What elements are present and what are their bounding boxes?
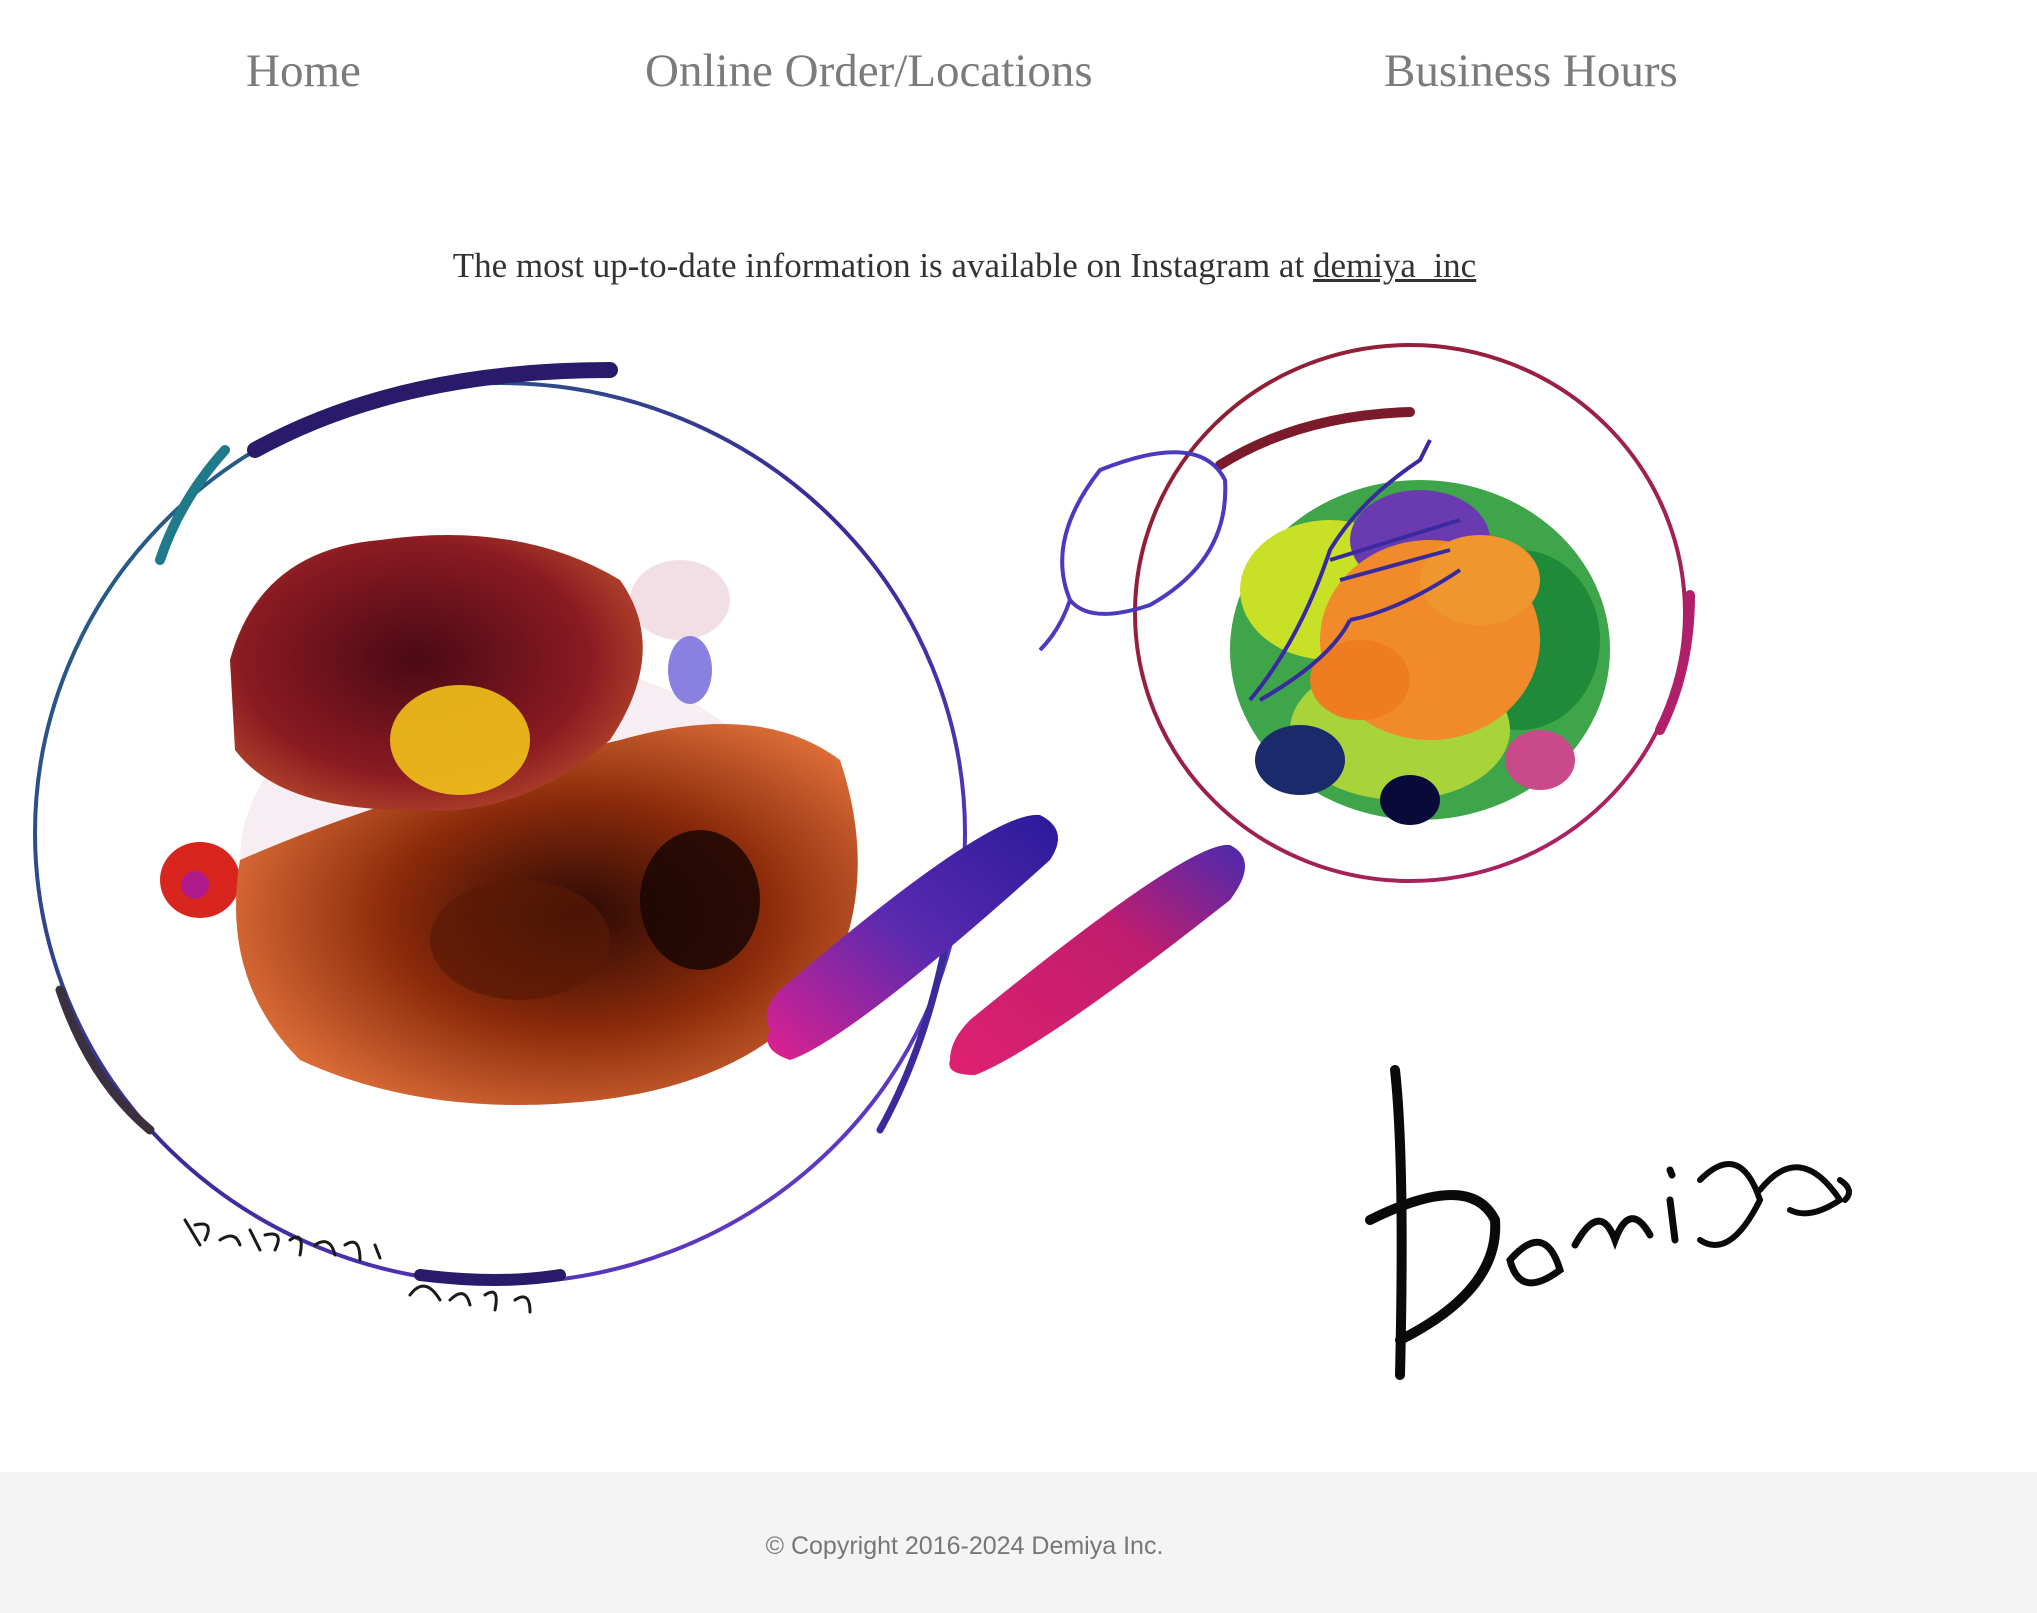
instagram-link[interactable]: demiya_inc <box>1313 246 1476 285</box>
instagram-notice-text: The most up-to-date information is avail… <box>452 246 1313 285</box>
nav-business-hours-link[interactable]: Business Hours <box>1384 44 1678 98</box>
salad-plate-icon <box>1133 343 1695 883</box>
main-nav: Home Online Order/Locations Business Hou… <box>0 0 2037 150</box>
copyright-text: © Copyright 2016-2024 Demiya Inc. <box>765 1532 1164 1560</box>
instagram-notice: The most up-to-date information is avail… <box>0 246 1929 286</box>
demiya-illustration <box>0 340 2037 1470</box>
spoon-icon <box>766 450 1228 1060</box>
footer: © Copyright 2016-2024 Demiya Inc. <box>0 1472 2037 1613</box>
nav-online-order-link[interactable]: Online Order/Locations <box>645 44 1093 98</box>
nav-home-link[interactable]: Home <box>246 44 361 98</box>
demiya-logo <box>1365 1065 1852 1380</box>
curry-plate-icon <box>33 362 967 1286</box>
illustration-svg <box>33 343 1852 1380</box>
artist-signature <box>183 1218 532 1314</box>
